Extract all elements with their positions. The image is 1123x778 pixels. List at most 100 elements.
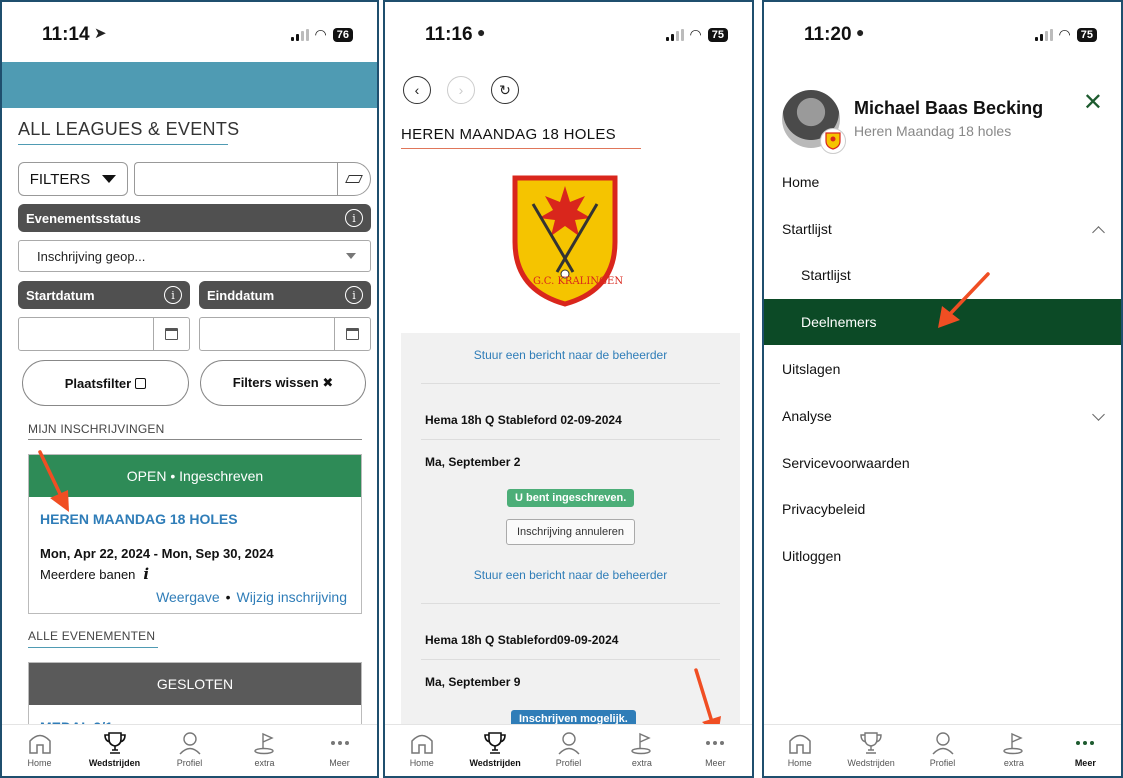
info-icon[interactable]: i: [164, 286, 182, 304]
caret-down-icon: [102, 175, 117, 183]
my-registrations-heading: MIJN INSCHRIJVINGEN: [28, 422, 165, 436]
menu-item-label: Uitloggen: [782, 548, 842, 564]
page-title: ALL LEAGUES & EVENTS: [18, 119, 240, 139]
search-input[interactable]: [134, 162, 337, 196]
round-date: Ma, September 9: [425, 675, 521, 689]
tab-bar: Home Wedstrijden Profiel extra Meer: [385, 724, 752, 776]
start-date-input[interactable]: [18, 317, 190, 351]
tab-extra[interactable]: extra: [978, 725, 1049, 776]
wifi-icon: ◠: [1058, 26, 1071, 42]
chevron-up-icon: [1092, 225, 1105, 239]
status-bar: 11:16 ● ◠ 75: [385, 2, 752, 62]
event-status: GESLOTEN: [29, 663, 361, 705]
message-admin-link[interactable]: Stuur een bericht naar de beheerder: [401, 568, 740, 582]
menu-item-servicevoorwaarden[interactable]: Servicevoorwaarden: [764, 440, 1121, 486]
person-icon: [178, 731, 202, 755]
golf-flag-icon: [253, 731, 277, 755]
user-name: Michael Baas Becking: [854, 98, 1044, 118]
more-dots-icon: [330, 731, 349, 755]
tab-meer[interactable]: Meer: [302, 725, 377, 776]
event-status-header: Evenementsstatus i: [18, 204, 371, 232]
title-underline: [401, 148, 641, 149]
tab-label: Wedstrijden: [847, 758, 895, 768]
status-bar: 11:14 ➤ ◠ 76: [2, 2, 377, 62]
chevron-right-icon: ›: [458, 82, 464, 98]
menu-item-label: Privacybeleid: [782, 501, 866, 517]
menu-item-uitloggen[interactable]: Uitloggen: [764, 533, 1121, 579]
tab-home[interactable]: Home: [385, 725, 458, 776]
tab-meer[interactable]: Meer: [1050, 725, 1121, 776]
status-time: 11:14: [42, 24, 90, 45]
person-icon: [931, 731, 955, 755]
status-time: 11:16: [425, 24, 473, 45]
info-icon[interactable]: i: [345, 286, 363, 304]
back-button[interactable]: ‹: [403, 76, 431, 104]
message-admin-link[interactable]: Stuur een bericht naar de beheerder: [401, 348, 740, 362]
golf-flag-icon: [630, 731, 654, 755]
tab-label: Home: [27, 758, 52, 768]
info-icon[interactable]: i: [345, 209, 363, 227]
menu-item-home[interactable]: Home: [764, 159, 1121, 205]
tab-label: Profiel: [929, 758, 956, 768]
tab-wedstrijden[interactable]: Wedstrijden: [835, 725, 906, 776]
tab-wedstrijden[interactable]: Wedstrijden: [77, 725, 152, 776]
location-filter-button[interactable]: Plaatsfilter: [22, 360, 189, 406]
home-icon: [410, 731, 434, 755]
divider: [421, 439, 720, 440]
tab-label: Wedstrijden: [88, 758, 141, 768]
menu-item-startlijst[interactable]: Startlijst: [764, 206, 1121, 252]
menu-item-uitslagen[interactable]: Uitslagen: [764, 346, 1121, 392]
phone-screen-event: 11:16 ● ◠ 75 ‹ › ↻ HEREN MAANDAG 18 HOLE…: [383, 0, 754, 778]
tab-extra[interactable]: extra: [227, 725, 302, 776]
end-date-input[interactable]: [199, 317, 371, 351]
tab-profiel[interactable]: Profiel: [532, 725, 605, 776]
tab-label: Home: [409, 758, 434, 768]
reload-button[interactable]: ↻: [491, 76, 519, 104]
tab-home[interactable]: Home: [2, 725, 77, 776]
tab-label: extra: [631, 758, 652, 768]
tab-label: Profiel: [176, 758, 203, 768]
event-name-link[interactable]: HEREN MAANDAG 18 HOLES: [29, 497, 361, 527]
tab-label: Meer: [705, 758, 726, 768]
red-arrow-annotation: [938, 272, 990, 328]
info-icon[interactable]: i: [143, 565, 149, 583]
tab-home[interactable]: Home: [764, 725, 835, 776]
home-icon: [28, 731, 52, 755]
clear-search-button[interactable]: [337, 162, 371, 196]
person-status-icon: ●: [477, 24, 486, 40]
clear-filters-button[interactable]: Filters wissen ✖: [200, 360, 366, 406]
edit-registration-link[interactable]: Wijzig inschrijving: [237, 589, 347, 605]
eraser-icon: [345, 175, 363, 183]
golf-flag-icon: [1002, 731, 1026, 755]
menu-item-analyse[interactable]: Analyse: [764, 393, 1121, 439]
tab-profiel[interactable]: Profiel: [907, 725, 978, 776]
courses-label: Meerdere banen: [40, 566, 136, 582]
location-arrow-icon: ➤: [94, 25, 107, 42]
club-logo-text: G.C. KRALINGEN: [533, 276, 624, 287]
signal-icon: [290, 28, 309, 41]
clear-filters-label: Filters wissen ✖: [232, 375, 334, 390]
tab-label: extra: [1003, 758, 1024, 768]
cancel-registration-button[interactable]: Inschrijving annuleren: [506, 519, 636, 545]
event-status-select[interactable]: Inschrijving geop...: [18, 240, 371, 272]
tab-meer[interactable]: Meer: [679, 725, 752, 776]
calendar-button[interactable]: [153, 318, 189, 350]
filters-dropdown[interactable]: FILTERS: [18, 162, 128, 196]
header-bar: [2, 62, 377, 108]
club-logo: G.C. KRALINGEN: [503, 162, 627, 308]
registration-status: OPEN • Ingeschreven: [29, 455, 361, 497]
tab-profiel[interactable]: Profiel: [152, 725, 227, 776]
tab-extra[interactable]: extra: [605, 725, 678, 776]
tab-wedstrijden[interactable]: Wedstrijden: [458, 725, 531, 776]
tab-bar: Home Wedstrijden Profiel extra Meer: [764, 724, 1121, 776]
chevron-left-icon: ‹: [414, 82, 420, 98]
trophy-icon: [858, 731, 884, 755]
signal-icon: [665, 28, 684, 41]
forward-button[interactable]: ›: [447, 76, 475, 104]
calendar-button[interactable]: [334, 318, 370, 350]
phone-screen-leagues: 11:14 ➤ ◠ 76 ALL LEAGUES & EVENTS FILTER…: [0, 0, 379, 778]
view-link[interactable]: Weergave: [156, 589, 220, 605]
close-icon[interactable]: ✕: [1083, 88, 1103, 117]
menu-item-privacybeleid[interactable]: Privacybeleid: [764, 486, 1121, 532]
wifi-icon: ◠: [689, 26, 702, 42]
